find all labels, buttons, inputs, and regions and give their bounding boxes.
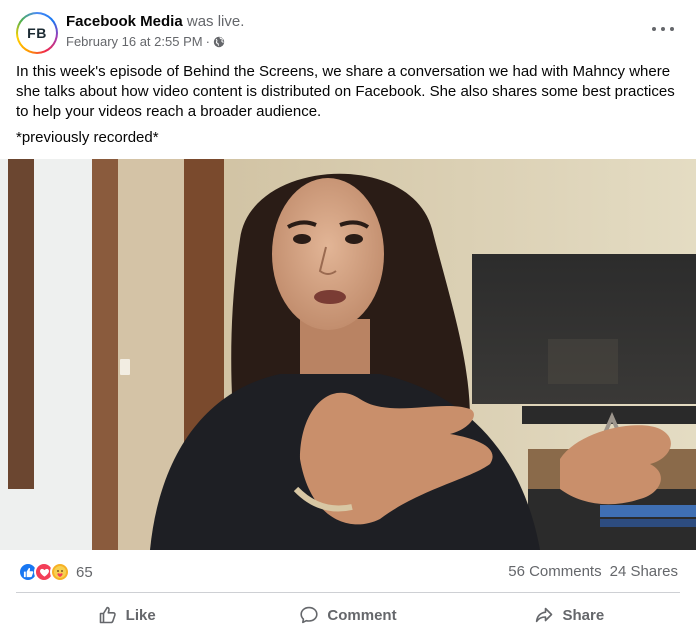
- reaction-count: 65: [76, 563, 93, 581]
- comment-icon: [300, 606, 319, 624]
- reactions-summary[interactable]: 65: [18, 562, 93, 582]
- author-status: was live.: [186, 13, 245, 30]
- post-body: In this week's episode of Behind the Scr…: [16, 63, 675, 120]
- post-meta: February 16 at 2:55 PM ·: [66, 34, 225, 49]
- video-player[interactable]: [0, 159, 696, 550]
- share-icon: [536, 607, 553, 623]
- post-timestamp[interactable]: February 16 at 2:55 PM: [66, 34, 203, 49]
- meta-separator: ·: [205, 34, 210, 49]
- share-label: Share: [562, 606, 605, 624]
- actions-divider-top: [16, 592, 680, 593]
- post-note: *previously recorded*: [16, 129, 159, 146]
- engagement-stats: 56 Comments 24 Shares: [508, 563, 678, 580]
- video-frame-image: [0, 159, 696, 550]
- globe-icon: [213, 36, 225, 47]
- post-actions-bar: Like Comment Share: [16, 597, 680, 633]
- avatar-text: FB: [18, 14, 56, 52]
- comment-label: Comment: [327, 606, 397, 624]
- author-name[interactable]: Facebook Media: [66, 13, 183, 30]
- thumbs-up-icon: [99, 606, 116, 624]
- comment-button[interactable]: Comment: [237, 597, 458, 633]
- share-button[interactable]: Share: [459, 597, 680, 633]
- shares-count[interactable]: 24 Shares: [610, 563, 678, 580]
- author-line: Facebook Media was live.: [66, 13, 244, 30]
- comments-count[interactable]: 56 Comments: [508, 563, 601, 580]
- more-options-icon[interactable]: [652, 22, 674, 36]
- like-button[interactable]: Like: [16, 597, 237, 633]
- like-label: Like: [125, 606, 156, 624]
- facebook-post: FB Facebook Media was live. February 16 …: [0, 0, 696, 639]
- care-icon: [50, 562, 70, 582]
- page-avatar[interactable]: FB: [16, 12, 58, 54]
- post-header: FB Facebook Media was live. February 16 …: [0, 0, 696, 60]
